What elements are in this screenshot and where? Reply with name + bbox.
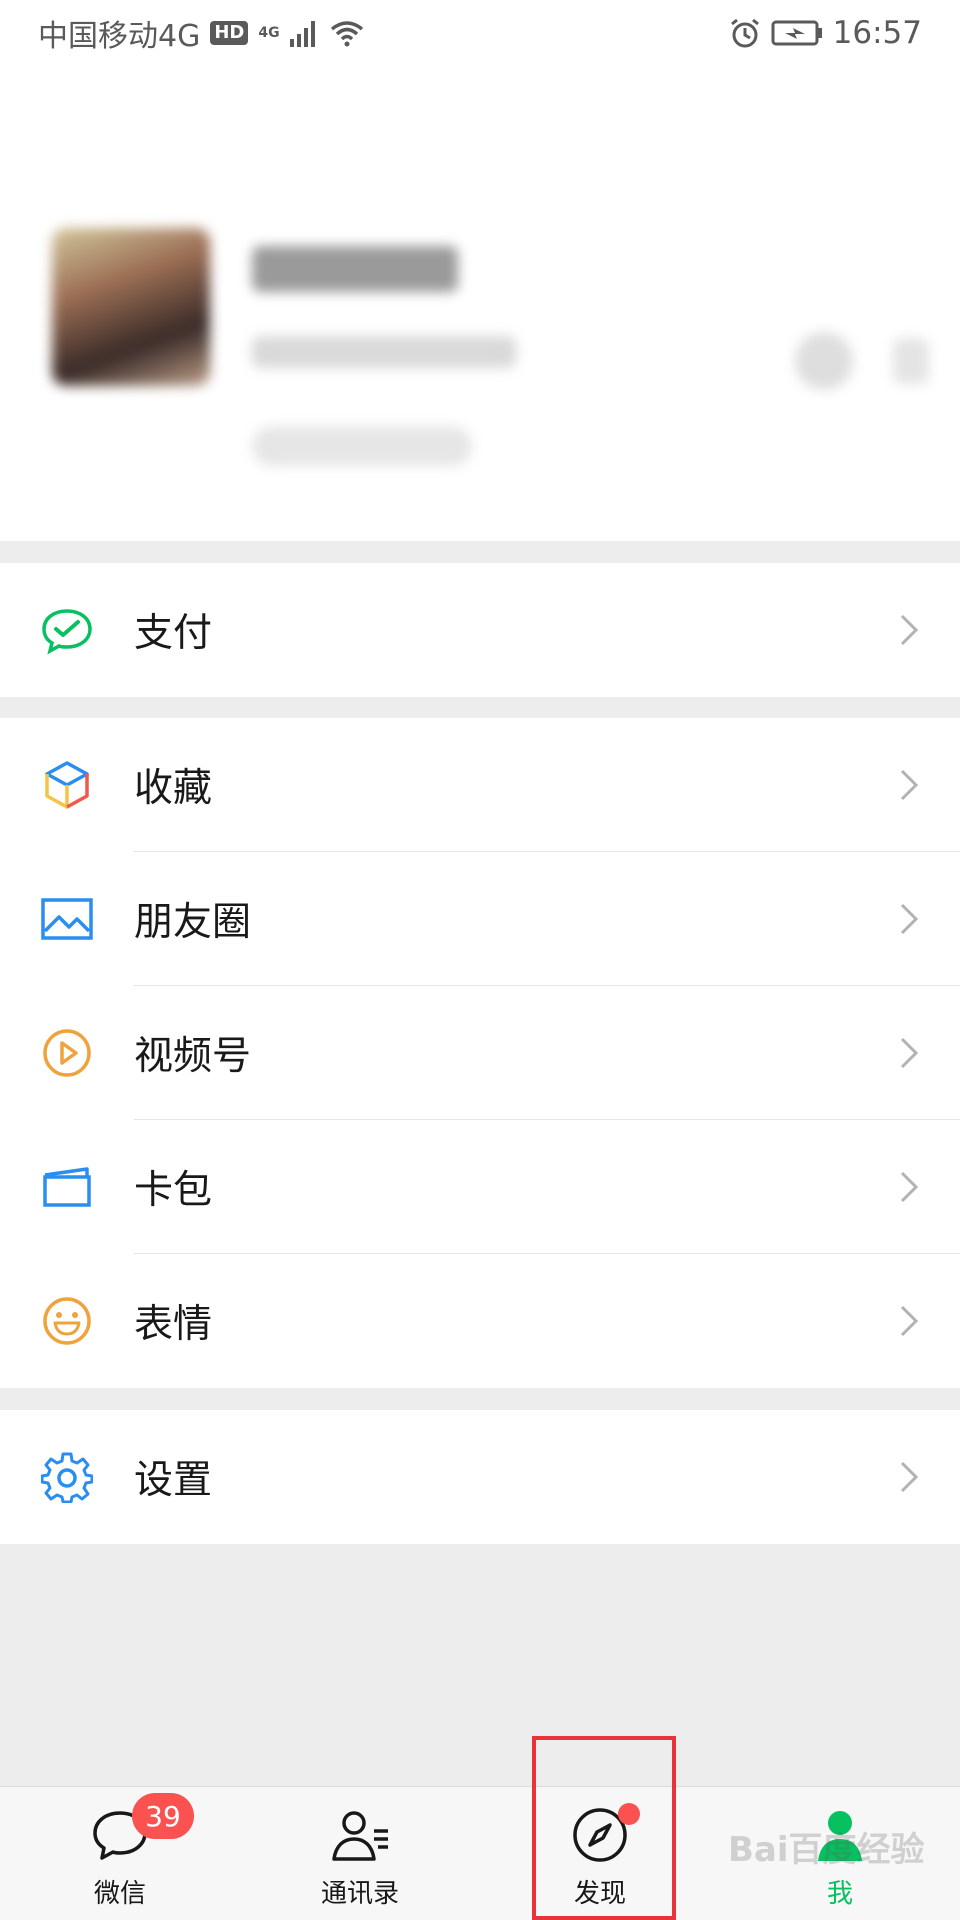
menu-item-favorites[interactable]: 收藏 bbox=[0, 718, 960, 852]
picture-icon bbox=[40, 892, 94, 946]
menu-item-settings[interactable]: 设置 bbox=[0, 1410, 960, 1544]
tab-label-chats: 微信 bbox=[93, 1879, 146, 1909]
status-right: 16:57 bbox=[729, 15, 922, 51]
menu-group-settings: 设置 bbox=[0, 1410, 960, 1544]
tab-contacts[interactable]: 通讯录 bbox=[240, 1787, 480, 1920]
hd-badge: HD bbox=[210, 21, 249, 45]
menu-group-main: 收藏 朋友圈 视频号 卡包 表情 bbox=[0, 718, 960, 1388]
menu-item-cards[interactable]: 卡包 bbox=[0, 1120, 960, 1254]
menu-item-moments[interactable]: 朋友圈 bbox=[0, 852, 960, 986]
pay-icon bbox=[40, 603, 94, 657]
tab-discover[interactable]: 发现 bbox=[480, 1787, 720, 1920]
menu-item-stickers[interactable]: 表情 bbox=[0, 1254, 960, 1388]
chevron-right-icon bbox=[900, 1171, 919, 1203]
carrier-label: 中国移动4G bbox=[38, 19, 201, 54]
menu-group-pay: 支付 bbox=[0, 563, 960, 697]
menu-label-favorites: 收藏 bbox=[134, 766, 213, 811]
contacts-icon bbox=[330, 1805, 390, 1865]
chevron-right-icon bbox=[900, 1037, 919, 1069]
chat-bubble-icon: 39 bbox=[90, 1793, 194, 1865]
profile-header[interactable] bbox=[0, 66, 960, 541]
notification-dot bbox=[618, 1803, 640, 1825]
profile-chevron-icon bbox=[893, 338, 929, 384]
wallet-icon bbox=[40, 1160, 94, 1214]
wifi-icon bbox=[330, 21, 363, 47]
profile-wechat-id bbox=[252, 336, 516, 368]
menu-label-channels: 视频号 bbox=[134, 1034, 252, 1079]
smiley-icon bbox=[40, 1294, 94, 1348]
menu-item-channels[interactable]: 视频号 bbox=[0, 986, 960, 1120]
chevron-right-icon bbox=[900, 1461, 919, 1493]
menu-label-stickers: 表情 bbox=[134, 1302, 213, 1347]
qr-code-icon[interactable] bbox=[795, 332, 853, 390]
play-circle-icon bbox=[40, 1026, 94, 1080]
alarm-icon bbox=[730, 18, 759, 48]
tab-label-discover: 发现 bbox=[573, 1879, 626, 1909]
watermark: Bai百度经验 bbox=[728, 1830, 925, 1870]
signal-icon bbox=[289, 21, 315, 47]
menu-label-moments: 朋友圈 bbox=[134, 900, 252, 945]
status-bar: 中国移动4G HD 4G 16:57 bbox=[0, 0, 960, 66]
menu-label-cards: 卡包 bbox=[134, 1168, 213, 1213]
menu-label-settings: 设置 bbox=[134, 1458, 213, 1503]
status-pill[interactable] bbox=[252, 426, 472, 466]
chevron-right-icon bbox=[900, 1305, 919, 1337]
clock: 16:57 bbox=[832, 15, 922, 51]
unread-badge: 39 bbox=[132, 1793, 194, 1839]
battery-charging-icon bbox=[771, 20, 822, 46]
status-left: 中国移动4G HD 4G bbox=[38, 11, 364, 55]
cube-icon bbox=[40, 758, 94, 812]
profile-name bbox=[252, 246, 458, 292]
chevron-right-icon bbox=[900, 903, 919, 935]
avatar[interactable] bbox=[52, 228, 210, 386]
menu-label-pay: 支付 bbox=[134, 611, 213, 656]
compass-icon bbox=[570, 1803, 640, 1865]
tab-chats[interactable]: 39 微信 bbox=[0, 1787, 240, 1920]
tab-label-me: 我 bbox=[826, 1879, 853, 1909]
chevron-right-icon bbox=[900, 769, 919, 801]
tab-label-contacts: 通讯录 bbox=[320, 1879, 399, 1909]
gear-icon bbox=[40, 1450, 94, 1504]
network-type: 4G bbox=[258, 25, 280, 41]
menu-item-pay[interactable]: 支付 bbox=[0, 563, 960, 697]
chevron-right-icon bbox=[900, 614, 919, 646]
